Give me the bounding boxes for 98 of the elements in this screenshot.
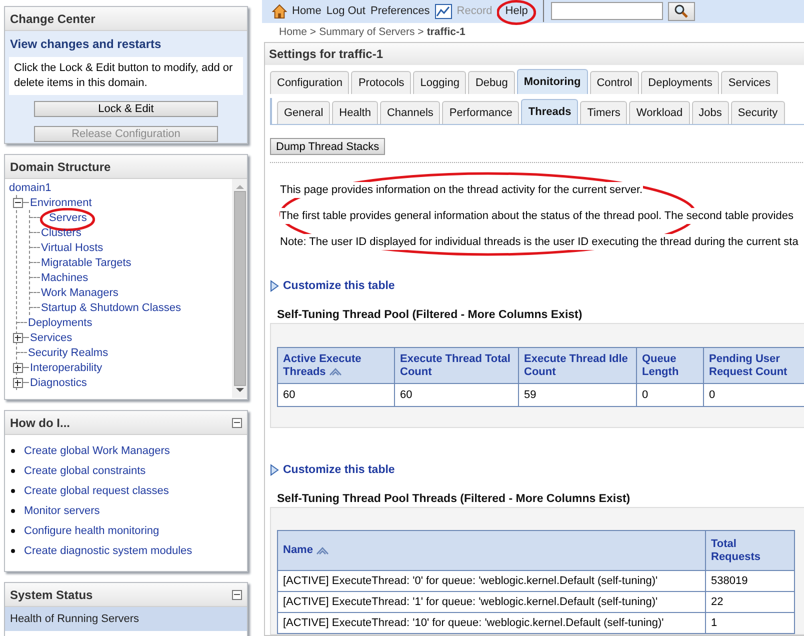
task-link[interactable]: Configure health monitoring: [24, 524, 160, 536]
toolbar-link[interactable]: Preferences: [370, 5, 430, 18]
tree-item[interactable]: Clusters: [40, 226, 82, 238]
tab[interactable]: Jobs: [692, 101, 729, 124]
table-cell: 22: [706, 592, 794, 612]
customize-link[interactable]: Customize this table: [270, 280, 395, 292]
tree-item[interactable]: domain1: [8, 182, 52, 194]
table-cell: 538019: [706, 570, 794, 592]
bullet-icon: [11, 468, 15, 472]
table-title: Self-Tuning Thread Pool (Filtered - More Columns Exist): [277, 309, 584, 321]
tab[interactable]: Threads: [521, 99, 578, 124]
tab[interactable]: Deployments: [641, 71, 720, 94]
expand-icon[interactable]: [13, 378, 23, 388]
tab[interactable]: Channels: [380, 101, 440, 124]
tree-item[interactable]: Security Realms: [27, 346, 108, 358]
column-header[interactable]: Total Requests: [706, 530, 794, 570]
tab[interactable]: Configuration: [270, 71, 350, 94]
table-cell: 1: [706, 612, 794, 634]
column-header[interactable]: Execute Thread Idle Count: [518, 348, 636, 384]
panel-subtitle: View changes and restarts: [10, 36, 162, 53]
tab[interactable]: Control: [590, 71, 640, 94]
table-cell: [ACTIVE] ExecuteThread: '1' for queue: 'weblogic.kernel.Default (self-tuning)': [278, 592, 706, 612]
column-header[interactable]: Active Execute Threads: [278, 348, 394, 384]
breadcrumb-link[interactable]: traffic-1: [426, 26, 466, 38]
tab[interactable]: Health: [332, 101, 378, 124]
table-cell: 59: [518, 384, 636, 406]
collapse-icon[interactable]: [232, 418, 242, 428]
info-text: Click the Lock & Edit button to modify, add or delete items in this domain.: [9, 57, 243, 95]
search-icon: [674, 4, 688, 18]
customize-link[interactable]: Customize this table: [270, 464, 395, 476]
table-cell: 60: [278, 384, 394, 406]
bullet-icon: [11, 528, 15, 532]
expand-icon: [270, 464, 279, 476]
table-title: Self-Tuning Thread Pool Threads (Filtered - More Columns Exist): [277, 493, 632, 505]
tree-item[interactable]: Startup & Shutdown Classes: [40, 302, 182, 314]
tab[interactable]: Protocols: [351, 71, 412, 94]
scrollbar[interactable]: [232, 179, 247, 398]
task-link[interactable]: Create global Work Managers: [24, 444, 170, 456]
table-cell: [ACTIVE] ExecuteThread: '10' for queue: 'weblogic.kernel.Default (self-tuning)': [278, 612, 706, 634]
tree-item[interactable]: Machines: [40, 272, 88, 284]
column-header[interactable]: Pending User Request Count: [704, 348, 804, 384]
collapse-icon[interactable]: [232, 590, 242, 600]
task-link[interactable]: Monitor servers: [24, 504, 100, 516]
panel-title: System Status: [10, 588, 93, 602]
collapse-icon[interactable]: [13, 198, 23, 208]
panel-button[interactable]: Lock & Edit: [34, 101, 218, 117]
expand-icon[interactable]: [13, 332, 23, 342]
expand-icon: [270, 280, 279, 292]
search-field[interactable]: [550, 2, 663, 20]
tab[interactable]: Workload: [629, 101, 690, 124]
search-button[interactable]: [668, 2, 695, 21]
tab[interactable]: Debug: [468, 71, 515, 94]
table-cell: 60: [394, 384, 518, 406]
expand-icon[interactable]: [13, 362, 23, 372]
task-link[interactable]: Create diagnostic system modules: [24, 544, 192, 556]
tab[interactable]: Performance: [442, 101, 520, 124]
table-cell: [ACTIVE] ExecuteThread: '0' for queue: 'weblogic.kernel.Default (self-tuning)': [278, 570, 706, 592]
panel-title: Change Center: [10, 12, 96, 26]
panel-title: How do I...: [10, 416, 70, 430]
tree-item[interactable]: Services: [29, 332, 72, 344]
tab[interactable]: Services: [721, 71, 778, 94]
bullet-icon: [11, 448, 15, 452]
panel-title: Settings for traffic-1: [265, 43, 804, 65]
tab[interactable]: Logging: [413, 71, 466, 94]
bullet-icon: [11, 488, 15, 492]
panel-title: Domain Structure: [10, 160, 111, 174]
tab[interactable]: General: [277, 101, 330, 124]
column-header[interactable]: Execute Thread Total Count: [394, 348, 518, 384]
toolbar-link[interactable]: Home: [292, 5, 322, 18]
column-header[interactable]: Name: [278, 530, 706, 570]
tree-item[interactable]: Deployments: [27, 316, 92, 328]
tree-item[interactable]: Environment: [29, 196, 92, 208]
breadcrumb-link[interactable]: Summary of Servers >: [319, 26, 424, 38]
table-cell: 0: [636, 384, 704, 406]
chart-icon: [434, 4, 452, 19]
tab[interactable]: Timers: [580, 101, 628, 124]
tree-item[interactable]: Work Managers: [40, 286, 118, 298]
breadcrumb-link[interactable]: Home >: [279, 26, 316, 38]
section-heading: Health of Running Servers: [5, 607, 247, 631]
tree-item[interactable]: Diagnostics: [29, 376, 87, 388]
tab[interactable]: Security: [730, 101, 785, 124]
task-link[interactable]: Create global constraints: [24, 464, 146, 476]
bullet-icon: [11, 508, 15, 512]
tree-item[interactable]: Virtual Hosts: [40, 242, 104, 254]
task-link[interactable]: Create global request classes: [24, 484, 169, 496]
description-text: This page provides information on the thread activity for the current server.: [280, 182, 643, 198]
tree-item[interactable]: Interoperability: [29, 362, 102, 374]
dump-button[interactable]: Dump Thread Stacks: [270, 138, 386, 155]
bullet-icon: [11, 548, 15, 552]
description-text: Note: The user ID displayed for individual threads is the user ID executing the thread during the current sta: [280, 234, 798, 250]
tab[interactable]: Monitoring: [516, 69, 588, 94]
home-icon: [272, 4, 287, 19]
tree-item[interactable]: Migratable Targets: [40, 256, 132, 268]
sort-icon[interactable]: [328, 367, 342, 376]
description-text: The first table provides general information about the status of the thread pool. The second table provides: [280, 208, 794, 224]
sort-icon[interactable]: [316, 546, 329, 555]
toolbar-link[interactable]: Log Out: [326, 5, 366, 18]
column-header[interactable]: Queue Length: [636, 348, 704, 384]
